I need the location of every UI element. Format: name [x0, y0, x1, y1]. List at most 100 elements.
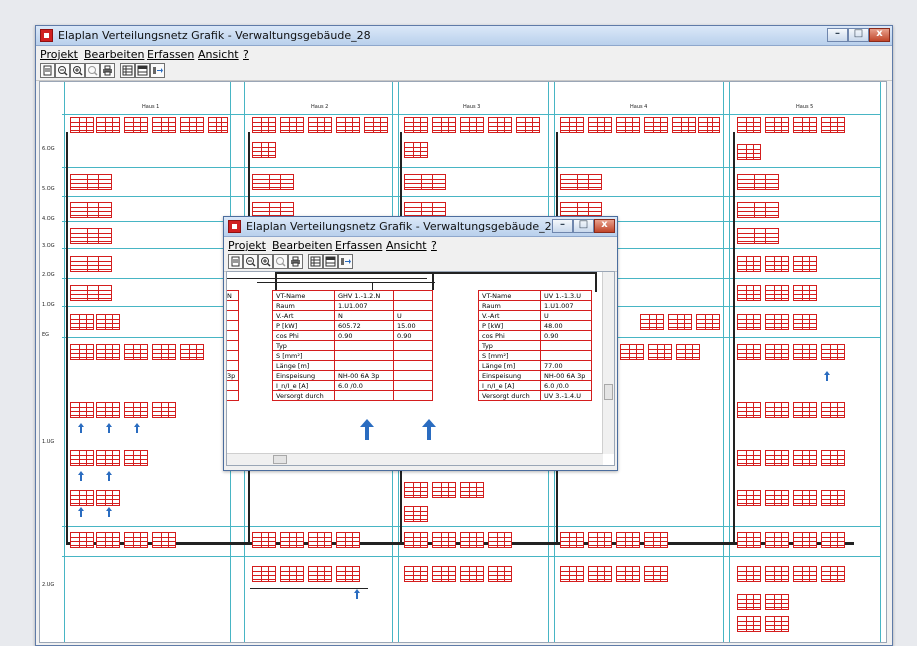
distribution-box[interactable] — [460, 482, 484, 498]
distribution-box[interactable] — [793, 256, 817, 272]
menu-ansicht[interactable]: Ansicht — [386, 239, 427, 252]
distribution-box[interactable] — [308, 532, 332, 548]
distribution-box[interactable] — [765, 344, 789, 360]
distribution-box[interactable] — [737, 314, 761, 330]
scrollbar-thumb[interactable] — [604, 384, 613, 400]
distribution-box[interactable] — [765, 285, 789, 301]
distribution-box[interactable] — [70, 117, 94, 133]
distribution-box[interactable] — [124, 344, 148, 360]
distribution-box[interactable] — [765, 450, 789, 466]
distribution-box[interactable] — [96, 344, 120, 360]
distribution-box[interactable] — [404, 174, 446, 190]
table-view-icon[interactable] — [323, 254, 338, 269]
distribution-box[interactable] — [793, 344, 817, 360]
distribution-box[interactable] — [70, 344, 94, 360]
distribution-box[interactable] — [404, 532, 428, 548]
distribution-box[interactable] — [696, 314, 720, 330]
distribution-box[interactable] — [640, 314, 664, 330]
distribution-box[interactable] — [336, 566, 360, 582]
distribution-box[interactable] — [737, 256, 761, 272]
distribution-box[interactable] — [308, 117, 332, 133]
export-icon[interactable] — [150, 63, 165, 78]
distribution-box[interactable] — [124, 402, 148, 418]
distribution-box[interactable] — [70, 450, 94, 466]
distribution-box[interactable] — [644, 566, 668, 582]
distribution-box[interactable] — [821, 532, 845, 548]
menu-erfassen[interactable]: Erfassen — [147, 48, 194, 61]
distribution-box[interactable] — [516, 117, 540, 133]
distribution-box[interactable] — [252, 566, 276, 582]
distribution-box[interactable] — [460, 117, 484, 133]
page-preview-icon[interactable] — [40, 63, 55, 78]
distribution-box[interactable] — [96, 402, 120, 418]
distribution-box[interactable] — [765, 490, 789, 506]
grid-view-icon[interactable] — [308, 254, 323, 269]
distribution-box[interactable] — [588, 117, 612, 133]
distribution-box[interactable] — [336, 532, 360, 548]
zoom-vertical-scrollbar[interactable] — [602, 272, 614, 454]
distribution-box[interactable] — [560, 117, 584, 133]
main-titlebar[interactable]: Elaplan Verteilungsnetz Grafik - Verwalt… — [36, 26, 892, 46]
distribution-box[interactable] — [644, 117, 668, 133]
distribution-box[interactable] — [70, 202, 112, 218]
distribution-box[interactable] — [765, 402, 789, 418]
maximize-button[interactable]: □ — [848, 28, 869, 42]
distribution-table-ghv[interactable]: VT-Name GHV 1.-1.2.N Raum 1.U1.007 V.-Art N… — [272, 290, 433, 401]
distribution-box[interactable] — [821, 402, 845, 418]
distribution-box[interactable] — [793, 490, 817, 506]
zoom-in-icon[interactable] — [258, 254, 273, 269]
zoom-out-icon[interactable] — [55, 63, 70, 78]
distribution-box[interactable] — [793, 285, 817, 301]
distribution-box[interactable] — [588, 566, 612, 582]
distribution-box[interactable] — [70, 490, 94, 506]
minimize-button[interactable]: – — [827, 28, 848, 42]
distribution-box[interactable] — [96, 490, 120, 506]
distribution-box[interactable] — [280, 532, 304, 548]
distribution-box[interactable] — [70, 314, 94, 330]
zoom-titlebar[interactable]: Elaplan Verteilungsnetz Grafik - Verwalt… — [224, 217, 617, 237]
partial-distribution-table[interactable]: N 3p — [227, 290, 240, 401]
distribution-box[interactable] — [737, 532, 761, 548]
distribution-box[interactable] — [70, 174, 112, 190]
zoom-maximize-button[interactable]: □ — [573, 219, 594, 233]
distribution-box[interactable] — [432, 566, 456, 582]
distribution-box[interactable] — [70, 285, 112, 301]
distribution-box[interactable] — [793, 402, 817, 418]
distribution-box[interactable] — [460, 532, 484, 548]
distribution-box[interactable] — [676, 344, 700, 360]
menu-help[interactable]: ? — [243, 48, 249, 61]
distribution-box[interactable] — [765, 616, 789, 632]
distribution-box[interactable] — [96, 117, 120, 133]
distribution-box[interactable] — [765, 117, 789, 133]
distribution-box[interactable] — [280, 117, 304, 133]
distribution-box[interactable] — [96, 450, 120, 466]
distribution-box[interactable] — [252, 532, 276, 548]
distribution-box[interactable] — [737, 566, 761, 582]
distribution-box[interactable] — [737, 450, 761, 466]
distribution-box[interactable] — [765, 314, 789, 330]
distribution-box[interactable] — [821, 117, 845, 133]
distribution-box[interactable] — [152, 344, 176, 360]
distribution-box[interactable] — [96, 532, 120, 548]
distribution-box[interactable] — [488, 566, 512, 582]
distribution-box[interactable] — [765, 566, 789, 582]
distribution-box[interactable] — [737, 594, 761, 610]
distribution-box[interactable] — [737, 402, 761, 418]
table-view-icon[interactable] — [135, 63, 150, 78]
distribution-box[interactable] — [124, 450, 148, 466]
distribution-box[interactable] — [737, 616, 761, 632]
distribution-box[interactable] — [698, 117, 720, 133]
distribution-box[interactable] — [124, 117, 148, 133]
menu-bearbeiten[interactable]: Bearbeiten — [84, 48, 144, 61]
zoom-horizontal-scrollbar[interactable] — [227, 453, 603, 465]
distribution-box[interactable] — [616, 117, 640, 133]
menu-erfassen[interactable]: Erfassen — [335, 239, 382, 252]
distribution-box[interactable] — [252, 142, 276, 158]
grid-view-icon[interactable] — [120, 63, 135, 78]
distribution-box[interactable] — [280, 566, 304, 582]
distribution-box[interactable] — [560, 174, 602, 190]
menu-help[interactable]: ? — [431, 239, 437, 252]
zoom-fit-icon[interactable] — [273, 254, 288, 269]
distribution-box[interactable] — [793, 532, 817, 548]
distribution-box[interactable] — [793, 450, 817, 466]
